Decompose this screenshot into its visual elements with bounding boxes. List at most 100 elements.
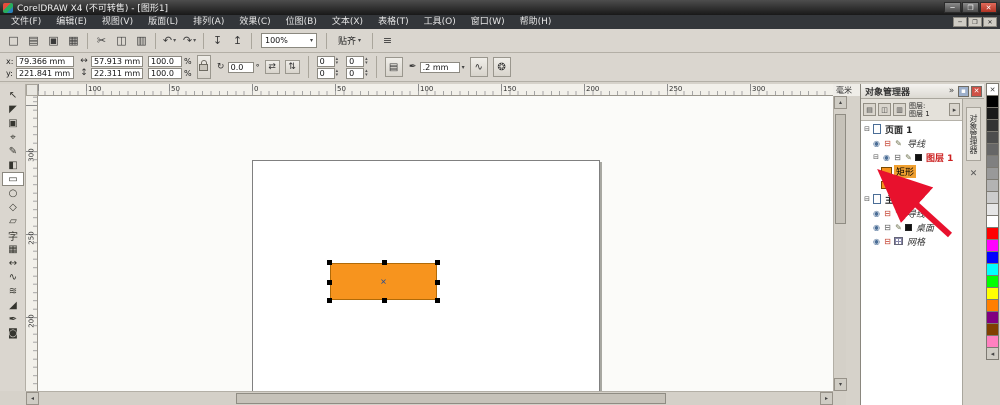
docker-tab-close-icon[interactable]: ✕ bbox=[970, 169, 978, 179]
ellipse-tool[interactable]: ○ bbox=[2, 186, 24, 200]
menu-view[interactable]: 视图(V) bbox=[95, 15, 140, 29]
menu-window[interactable]: 窗口(W) bbox=[464, 15, 512, 29]
visibility-eye-icon[interactable]: ◉ bbox=[872, 139, 881, 148]
selection-handle[interactable] bbox=[327, 279, 332, 285]
eyedropper-tool[interactable]: ◢ bbox=[2, 298, 24, 312]
scroll-down-arrow[interactable]: ▾ bbox=[834, 378, 847, 391]
scale-lock-button[interactable] bbox=[196, 55, 211, 79]
tree-row-guides-page[interactable]: ◉ ⊟ ✎ 导线 bbox=[861, 136, 962, 150]
visibility-eye-icon[interactable]: ◉ bbox=[882, 153, 891, 162]
save-button[interactable]: ▣ bbox=[44, 32, 63, 50]
docker-flyout-button[interactable]: ▸ bbox=[949, 103, 960, 116]
basic-shapes-tool[interactable]: ▱ bbox=[2, 214, 24, 228]
object-center-mark[interactable]: ✕ bbox=[380, 277, 387, 286]
document-minimize-button[interactable]: ─ bbox=[953, 17, 967, 27]
corner-radius-field[interactable]: 0 bbox=[346, 55, 365, 67]
layer-color-swatch[interactable] bbox=[915, 153, 922, 161]
printable-icon[interactable]: ⊟ bbox=[893, 153, 902, 162]
visibility-eye-icon[interactable]: ◉ bbox=[872, 209, 881, 218]
menu-effects[interactable]: 效果(C) bbox=[232, 15, 277, 29]
vertical-scroll-thumb[interactable] bbox=[835, 114, 846, 224]
dimension-tool[interactable]: ↔ bbox=[2, 256, 24, 270]
cut-button[interactable]: ✂ bbox=[92, 32, 111, 50]
selection-handle[interactable] bbox=[327, 260, 332, 265]
scale-y-field[interactable]: 100.0 bbox=[148, 67, 182, 79]
tree-row-rectangle-2[interactable]: 矩形 bbox=[861, 178, 962, 192]
visibility-eye-icon[interactable]: ◉ bbox=[872, 223, 881, 232]
editable-pencil-icon[interactable]: ✎ bbox=[894, 209, 903, 218]
show-object-properties-button[interactable]: ◫ bbox=[878, 103, 891, 116]
tree-row-layer-1[interactable]: ⊟ ◉ ⊟ ✎ 图层 1 bbox=[861, 150, 962, 164]
export-button[interactable]: ↥ bbox=[228, 32, 247, 50]
zoom-level-combo[interactable]: 100% ▾ bbox=[261, 33, 317, 48]
polygon-tool[interactable]: ◇ bbox=[2, 200, 24, 214]
redo-button[interactable]: ↷ ▾ bbox=[180, 32, 199, 50]
selected-rectangle[interactable]: ✕ bbox=[327, 260, 440, 303]
spinner-icon[interactable]: ▴ ▾ bbox=[365, 69, 368, 78]
tree-row-desktop[interactable]: ◉ ⊟ ✎ 桌面 bbox=[861, 220, 962, 234]
corner-radius-field[interactable]: 0 bbox=[316, 67, 335, 79]
outline-width-value[interactable]: .2 mm bbox=[419, 61, 460, 73]
spinner-icon[interactable]: ▴ ▾ bbox=[336, 57, 339, 66]
vertical-ruler[interactable]: 300 250 200 bbox=[26, 96, 38, 391]
selection-handle[interactable] bbox=[435, 260, 440, 265]
open-button[interactable]: ▤ bbox=[24, 32, 43, 50]
crop-tool[interactable]: ▣ bbox=[2, 116, 24, 130]
layer-manager-view-button[interactable]: ▤ bbox=[863, 103, 876, 116]
pick-tool[interactable]: ↖ bbox=[2, 88, 24, 102]
document-restore-button[interactable]: ❐ bbox=[968, 17, 982, 27]
freehand-tool[interactable]: ✎ bbox=[2, 144, 24, 158]
rotation-angle-field[interactable]: 0.0 bbox=[227, 61, 254, 73]
shape-tool[interactable]: ◤ bbox=[2, 102, 24, 116]
menu-arrange[interactable]: 排列(A) bbox=[186, 15, 231, 29]
editable-pencil-icon[interactable]: ✎ bbox=[894, 223, 903, 232]
tree-row-grid[interactable]: ◉ ⊟ 网格 bbox=[861, 234, 962, 248]
docker-chevron-button[interactable]: » bbox=[947, 86, 956, 97]
options-button[interactable]: ≡ bbox=[378, 32, 397, 50]
selection-handle[interactable] bbox=[435, 298, 440, 303]
vertical-scrollbar[interactable]: ▴ ▾ bbox=[833, 96, 847, 391]
new-button[interactable]: □ bbox=[4, 32, 23, 50]
menu-edit[interactable]: 编辑(E) bbox=[49, 15, 94, 29]
editable-pencil-icon[interactable]: ✎ bbox=[904, 153, 913, 162]
horizontal-scroll-thumb[interactable] bbox=[236, 393, 666, 404]
tree-row-master-page[interactable]: ⊟ 主页面 bbox=[861, 192, 962, 206]
menu-table[interactable]: 表格(T) bbox=[371, 15, 416, 29]
scale-x-field[interactable]: 100.0 bbox=[148, 55, 182, 67]
expander-icon[interactable]: ⊟ bbox=[872, 153, 880, 161]
docker-close-button[interactable]: ✕ bbox=[971, 85, 982, 97]
tree-row-page-1[interactable]: ⊟ 页面 1 bbox=[861, 122, 962, 136]
layer-color-swatch[interactable] bbox=[905, 223, 912, 231]
horizontal-scrollbar[interactable]: ◂ ▸ bbox=[26, 391, 833, 405]
outline-width-combo[interactable]: ✒ .2 mm ▾ bbox=[408, 61, 465, 73]
x-position-field[interactable]: 79.366 mm bbox=[16, 55, 74, 67]
document-close-button[interactable]: ✕ bbox=[983, 17, 997, 27]
connector-tool[interactable]: ∿ bbox=[2, 270, 24, 284]
corner-radius-field[interactable]: 0 bbox=[316, 55, 335, 67]
docker-tab-object-manager[interactable]: 对象管理器 bbox=[966, 107, 981, 161]
mirror-vertical-button[interactable]: ⇅ bbox=[284, 60, 300, 74]
printable-icon[interactable]: ⊟ bbox=[883, 223, 892, 232]
spinner-icon[interactable]: ▴ ▾ bbox=[336, 69, 339, 78]
wrap-text-button[interactable]: ▤ bbox=[384, 57, 403, 77]
import-button[interactable]: ↧ bbox=[208, 32, 227, 50]
object-width-field[interactable]: 57.913 mm bbox=[91, 55, 143, 67]
selection-handle[interactable] bbox=[381, 298, 387, 303]
docker-collapse-button[interactable]: ▪ bbox=[958, 85, 969, 97]
editable-pencil-icon[interactable]: ✎ bbox=[894, 139, 903, 148]
print-button[interactable]: ▦ bbox=[64, 32, 83, 50]
printable-icon[interactable]: ⊟ bbox=[883, 209, 892, 218]
copy-button[interactable]: ◫ bbox=[112, 32, 131, 50]
menu-text[interactable]: 文本(X) bbox=[325, 15, 370, 29]
undo-button[interactable]: ↶ ▾ bbox=[160, 32, 179, 50]
horizontal-ruler[interactable]: 100 50 0 50 100 150 200 250 300 bbox=[38, 84, 833, 96]
paste-button[interactable]: ▥ bbox=[132, 32, 151, 50]
ruler-origin-box[interactable] bbox=[26, 84, 38, 96]
menu-file[interactable]: 文件(F) bbox=[4, 15, 48, 29]
snap-to-dropdown[interactable]: 贴齐 ▾ bbox=[332, 34, 367, 47]
menu-tools[interactable]: 工具(O) bbox=[417, 15, 463, 29]
selection-handle[interactable] bbox=[381, 260, 387, 265]
visibility-eye-icon[interactable]: ◉ bbox=[872, 237, 881, 246]
quick-customize-button[interactable]: ❂ bbox=[492, 57, 511, 77]
convert-to-curves-button[interactable]: ∿ bbox=[469, 57, 488, 77]
